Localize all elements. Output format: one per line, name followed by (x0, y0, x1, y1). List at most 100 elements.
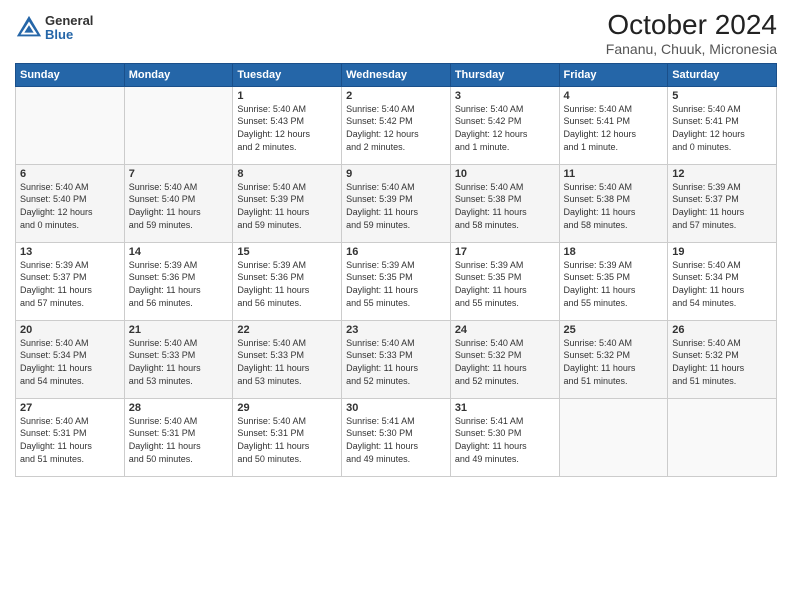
calendar-cell (16, 86, 125, 164)
calendar-cell: 31Sunrise: 5:41 AM Sunset: 5:30 PM Dayli… (450, 398, 559, 476)
day-info: Sunrise: 5:40 AM Sunset: 5:34 PM Dayligh… (20, 337, 120, 387)
calendar-cell: 16Sunrise: 5:39 AM Sunset: 5:35 PM Dayli… (342, 242, 451, 320)
weekday-header-monday: Monday (124, 63, 233, 86)
day-info: Sunrise: 5:40 AM Sunset: 5:32 PM Dayligh… (672, 337, 772, 387)
calendar-cell: 29Sunrise: 5:40 AM Sunset: 5:31 PM Dayli… (233, 398, 342, 476)
calendar-cell: 17Sunrise: 5:39 AM Sunset: 5:35 PM Dayli… (450, 242, 559, 320)
calendar-cell: 22Sunrise: 5:40 AM Sunset: 5:33 PM Dayli… (233, 320, 342, 398)
calendar-cell (124, 86, 233, 164)
calendar-cell: 19Sunrise: 5:40 AM Sunset: 5:34 PM Dayli… (668, 242, 777, 320)
day-number: 22 (237, 324, 337, 336)
week-row-5: 27Sunrise: 5:40 AM Sunset: 5:31 PM Dayli… (16, 398, 777, 476)
day-info: Sunrise: 5:40 AM Sunset: 5:31 PM Dayligh… (20, 415, 120, 465)
day-number: 12 (672, 168, 772, 180)
day-number: 4 (564, 90, 664, 102)
day-number: 18 (564, 246, 664, 258)
calendar-cell: 3Sunrise: 5:40 AM Sunset: 5:42 PM Daylig… (450, 86, 559, 164)
calendar-cell: 8Sunrise: 5:40 AM Sunset: 5:39 PM Daylig… (233, 164, 342, 242)
day-number: 6 (20, 168, 120, 180)
calendar-cell: 9Sunrise: 5:40 AM Sunset: 5:39 PM Daylig… (342, 164, 451, 242)
day-info: Sunrise: 5:39 AM Sunset: 5:36 PM Dayligh… (129, 259, 229, 309)
day-number: 13 (20, 246, 120, 258)
weekday-header-row: SundayMondayTuesdayWednesdayThursdayFrid… (16, 63, 777, 86)
weekday-header-sunday: Sunday (16, 63, 125, 86)
day-info: Sunrise: 5:40 AM Sunset: 5:41 PM Dayligh… (672, 103, 772, 153)
day-info: Sunrise: 5:40 AM Sunset: 5:41 PM Dayligh… (564, 103, 664, 153)
week-row-2: 6Sunrise: 5:40 AM Sunset: 5:40 PM Daylig… (16, 164, 777, 242)
day-info: Sunrise: 5:40 AM Sunset: 5:32 PM Dayligh… (455, 337, 555, 387)
calendar-cell: 10Sunrise: 5:40 AM Sunset: 5:38 PM Dayli… (450, 164, 559, 242)
day-number: 20 (20, 324, 120, 336)
week-row-3: 13Sunrise: 5:39 AM Sunset: 5:37 PM Dayli… (16, 242, 777, 320)
calendar-cell (668, 398, 777, 476)
calendar-cell: 21Sunrise: 5:40 AM Sunset: 5:33 PM Dayli… (124, 320, 233, 398)
day-info: Sunrise: 5:40 AM Sunset: 5:38 PM Dayligh… (455, 181, 555, 231)
calendar-cell: 28Sunrise: 5:40 AM Sunset: 5:31 PM Dayli… (124, 398, 233, 476)
calendar-cell: 7Sunrise: 5:40 AM Sunset: 5:40 PM Daylig… (124, 164, 233, 242)
day-number: 11 (564, 168, 664, 180)
calendar-cell: 11Sunrise: 5:40 AM Sunset: 5:38 PM Dayli… (559, 164, 668, 242)
calendar-cell: 24Sunrise: 5:40 AM Sunset: 5:32 PM Dayli… (450, 320, 559, 398)
day-number: 7 (129, 168, 229, 180)
calendar-cell: 27Sunrise: 5:40 AM Sunset: 5:31 PM Dayli… (16, 398, 125, 476)
calendar-cell: 6Sunrise: 5:40 AM Sunset: 5:40 PM Daylig… (16, 164, 125, 242)
day-info: Sunrise: 5:40 AM Sunset: 5:31 PM Dayligh… (129, 415, 229, 465)
week-row-1: 1Sunrise: 5:40 AM Sunset: 5:43 PM Daylig… (16, 86, 777, 164)
day-info: Sunrise: 5:40 AM Sunset: 5:40 PM Dayligh… (20, 181, 120, 231)
day-info: Sunrise: 5:40 AM Sunset: 5:33 PM Dayligh… (346, 337, 446, 387)
day-number: 19 (672, 246, 772, 258)
calendar-cell: 5Sunrise: 5:40 AM Sunset: 5:41 PM Daylig… (668, 86, 777, 164)
day-info: Sunrise: 5:39 AM Sunset: 5:35 PM Dayligh… (346, 259, 446, 309)
logo: General Blue (15, 14, 93, 43)
day-info: Sunrise: 5:40 AM Sunset: 5:42 PM Dayligh… (455, 103, 555, 153)
day-info: Sunrise: 5:39 AM Sunset: 5:36 PM Dayligh… (237, 259, 337, 309)
day-number: 15 (237, 246, 337, 258)
weekday-header-saturday: Saturday (668, 63, 777, 86)
day-number: 31 (455, 402, 555, 414)
calendar-cell: 14Sunrise: 5:39 AM Sunset: 5:36 PM Dayli… (124, 242, 233, 320)
day-info: Sunrise: 5:39 AM Sunset: 5:37 PM Dayligh… (20, 259, 120, 309)
logo-general-text: General (45, 14, 93, 28)
day-number: 26 (672, 324, 772, 336)
day-info: Sunrise: 5:40 AM Sunset: 5:31 PM Dayligh… (237, 415, 337, 465)
logo-icon (15, 14, 43, 42)
day-number: 5 (672, 90, 772, 102)
day-info: Sunrise: 5:40 AM Sunset: 5:43 PM Dayligh… (237, 103, 337, 153)
day-number: 2 (346, 90, 446, 102)
calendar-cell: 12Sunrise: 5:39 AM Sunset: 5:37 PM Dayli… (668, 164, 777, 242)
calendar-cell: 30Sunrise: 5:41 AM Sunset: 5:30 PM Dayli… (342, 398, 451, 476)
header: General Blue October 2024 Fananu, Chuuk,… (15, 10, 777, 57)
calendar-subtitle: Fananu, Chuuk, Micronesia (606, 41, 777, 57)
calendar-cell: 4Sunrise: 5:40 AM Sunset: 5:41 PM Daylig… (559, 86, 668, 164)
day-number: 27 (20, 402, 120, 414)
day-number: 29 (237, 402, 337, 414)
day-number: 10 (455, 168, 555, 180)
day-number: 21 (129, 324, 229, 336)
day-number: 25 (564, 324, 664, 336)
calendar-cell: 2Sunrise: 5:40 AM Sunset: 5:42 PM Daylig… (342, 86, 451, 164)
calendar-cell: 13Sunrise: 5:39 AM Sunset: 5:37 PM Dayli… (16, 242, 125, 320)
calendar-cell: 18Sunrise: 5:39 AM Sunset: 5:35 PM Dayli… (559, 242, 668, 320)
day-info: Sunrise: 5:41 AM Sunset: 5:30 PM Dayligh… (455, 415, 555, 465)
day-info: Sunrise: 5:40 AM Sunset: 5:39 PM Dayligh… (237, 181, 337, 231)
day-number: 23 (346, 324, 446, 336)
title-block: October 2024 Fananu, Chuuk, Micronesia (606, 10, 777, 57)
week-row-4: 20Sunrise: 5:40 AM Sunset: 5:34 PM Dayli… (16, 320, 777, 398)
day-info: Sunrise: 5:40 AM Sunset: 5:39 PM Dayligh… (346, 181, 446, 231)
day-number: 17 (455, 246, 555, 258)
calendar-cell: 25Sunrise: 5:40 AM Sunset: 5:32 PM Dayli… (559, 320, 668, 398)
day-number: 14 (129, 246, 229, 258)
calendar-table: SundayMondayTuesdayWednesdayThursdayFrid… (15, 63, 777, 477)
day-info: Sunrise: 5:40 AM Sunset: 5:42 PM Dayligh… (346, 103, 446, 153)
calendar-title: October 2024 (606, 10, 777, 41)
calendar-cell: 23Sunrise: 5:40 AM Sunset: 5:33 PM Dayli… (342, 320, 451, 398)
day-info: Sunrise: 5:40 AM Sunset: 5:32 PM Dayligh… (564, 337, 664, 387)
calendar-cell (559, 398, 668, 476)
calendar-cell: 26Sunrise: 5:40 AM Sunset: 5:32 PM Dayli… (668, 320, 777, 398)
logo-blue-text: Blue (45, 28, 93, 42)
day-info: Sunrise: 5:40 AM Sunset: 5:38 PM Dayligh… (564, 181, 664, 231)
day-info: Sunrise: 5:40 AM Sunset: 5:34 PM Dayligh… (672, 259, 772, 309)
calendar-cell: 1Sunrise: 5:40 AM Sunset: 5:43 PM Daylig… (233, 86, 342, 164)
day-info: Sunrise: 5:40 AM Sunset: 5:33 PM Dayligh… (129, 337, 229, 387)
weekday-header-friday: Friday (559, 63, 668, 86)
